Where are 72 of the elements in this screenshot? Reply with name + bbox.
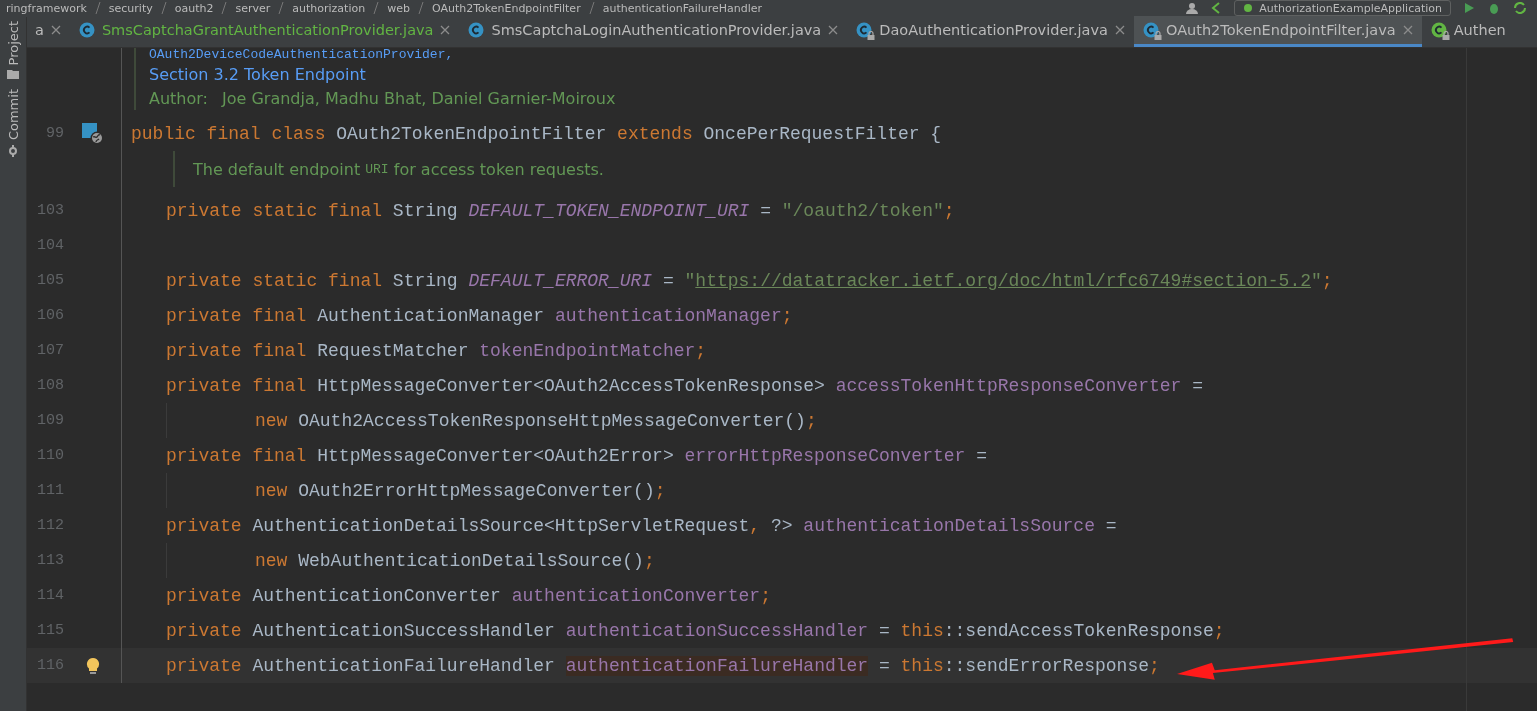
slash-icon [588, 1, 595, 15]
doc-label: Author: [149, 88, 209, 108]
line-number: 104 [36, 237, 64, 254]
run-icon[interactable] [1463, 2, 1475, 14]
doc-code-text: OAuth2DeviceCodeAuthenticationProvider, [149, 48, 454, 62]
close-icon[interactable] [828, 25, 839, 35]
line-number: 108 [36, 377, 64, 394]
close-icon[interactable] [1402, 25, 1413, 35]
commit-icon [7, 144, 19, 157]
class-icon [468, 22, 485, 38]
doc-text: The default endpoint [193, 159, 362, 179]
user-icon[interactable] [1186, 2, 1199, 14]
line-number: 109 [36, 412, 64, 429]
slash-icon [94, 1, 101, 15]
slash-icon [160, 1, 167, 15]
code-line: private AuthenticationFailureHandler authenticationFailureHandler = this::sendErrorResponse; [166, 654, 1160, 678]
code-line: private AuthenticationSuccessHandler authenticationSuccessHandler = this::sendAccessTokenResponse; [166, 619, 1225, 643]
code-line: private static final String DEFAULT_TOKEN_ENDPOINT_URI = "/oauth2/token"; [166, 199, 955, 223]
code-line: private final HttpMessageConverter<OAuth2Error> errorHttpResponseConverter = [166, 444, 987, 468]
code-line: private final AuthenticationManager authenticationManager; [166, 304, 793, 328]
breadcrumb-item[interactable]: OAuth2TokenEndpointFilter [431, 1, 581, 15]
class-icon [1142, 22, 1159, 38]
slash-icon [417, 1, 424, 15]
interface-icon [1430, 22, 1447, 38]
tool-window-button[interactable]: Commit [5, 89, 21, 157]
breadcrumb-item[interactable]: web [387, 1, 410, 15]
slash-icon [373, 1, 380, 15]
breadcrumb-item[interactable]: authenticationFailureHandler [602, 1, 763, 15]
line-number: 103 [36, 202, 64, 219]
doc-text: for access token requests. [392, 159, 604, 179]
lightbulb-icon[interactable] [85, 656, 100, 675]
code-line: new OAuth2ErrorHttpMessageConverter(); [255, 479, 666, 503]
class-globe-icon[interactable] [81, 122, 104, 145]
breadcrumb-item[interactable]: server [235, 1, 271, 15]
folder-icon [7, 69, 19, 80]
code-line: private AuthenticationConverter authenticationConverter; [166, 584, 771, 608]
line-number: 112 [36, 517, 64, 534]
code-line: private AuthenticationDetailsSource<HttpServletRequest, ?> authenticationDetailsSource = [166, 514, 1117, 538]
breadcrumb-item[interactable]: security [108, 1, 153, 15]
tool-window-button[interactable]: Project [5, 21, 21, 80]
doc-text: Joe Grandja, Madhu Bhat, Daniel Garnier-Moiroux [222, 88, 616, 108]
code-line: public final class OAuth2TokenEndpointFilter extends OncePerRequestFilter { [130, 122, 942, 146]
class-icon [78, 22, 95, 38]
line-number: 115 [36, 622, 64, 639]
line-number: 99 [45, 125, 64, 142]
line-number: 107 [36, 342, 64, 359]
file-tab[interactable]: OAuth2TokenEndpointFilter.java [1133, 16, 1422, 47]
code-line: new OAuth2AccessTokenResponseHttpMessageConverter(); [255, 409, 817, 433]
line-number: 110 [36, 447, 64, 464]
class-icon [856, 22, 873, 38]
close-icon[interactable] [1114, 25, 1125, 35]
code-line: private final HttpMessageConverter<OAuth2AccessTokenResponse> accessTokenHttpResponseConverter = [166, 374, 1203, 398]
code-line: new WebAuthenticationDetailsSource(); [255, 549, 655, 573]
doc-link[interactable]: Section 3.2 Token Endpoint [149, 64, 366, 84]
line-number: 114 [36, 587, 64, 604]
slash-icon [278, 1, 285, 15]
close-icon[interactable] [50, 25, 61, 35]
code-line: private static final String DEFAULT_ERROR_URI = "https://datatracker.ietf.org/doc/html/rfc6749#section-5.2"; [166, 269, 1333, 293]
app-status-icon [1243, 3, 1254, 13]
reload-icon[interactable] [1513, 2, 1527, 14]
line-number: 113 [36, 552, 64, 569]
line-number: 106 [36, 307, 64, 324]
breadcrumb-item[interactable]: authorization [292, 1, 366, 15]
run-configuration-dropdown[interactable]: AuthorizationExampleApplication [1234, 0, 1451, 16]
breadcrumb-item[interactable]: oauth2 [174, 1, 214, 15]
doc-code-text: URI [365, 161, 389, 177]
slash-icon [221, 1, 228, 15]
line-number: 111 [36, 482, 64, 499]
breadcrumb-item[interactable]: ringframework [6, 1, 87, 15]
close-icon[interactable] [440, 25, 451, 35]
line-number: 105 [36, 272, 64, 289]
code-line: private final RequestMatcher tokenEndpointMatcher; [166, 339, 707, 363]
